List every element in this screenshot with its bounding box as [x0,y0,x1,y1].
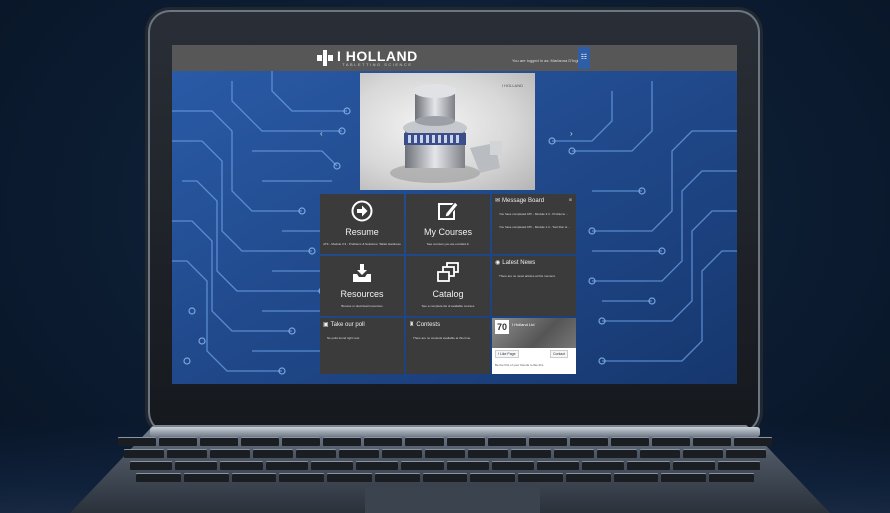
poll-text: No polls found right now. [327,336,360,340]
resume-subtitle: ATF - Module 3.3 - Problems & Solutions:… [323,242,401,246]
catalog-tile[interactable]: Catalog See a complete list of available… [406,256,490,316]
tablet-press-illustration [390,84,502,183]
hero-carousel-image: I HOLLAND [360,73,535,190]
like-page-button[interactable]: f Like Page [495,350,519,358]
stack-icon [437,262,459,282]
latest-news-title: Latest News [502,259,536,266]
message-board-title: Message Board [502,197,545,204]
facebook-widget[interactable]: 70 I Holland Ltd f Like Page Contact Be … [492,318,576,374]
carousel-prev-button[interactable]: ‹ [320,129,323,138]
logged-in-text: You are logged in as: Marianna D'Ingiho [512,58,583,63]
my-courses-tile[interactable]: My Courses See courses you are enrolled … [406,194,490,254]
expand-icon[interactable]: ⊞ [569,197,572,202]
latest-news-panel: ◉ Latest News There are no news articles… [492,256,576,316]
facebook-icon: f [498,352,499,356]
menu-button[interactable]: ☷ [578,47,590,69]
like-page-label: Like Page [499,352,516,356]
poll-header: ▣ Take our poll [323,321,365,329]
facebook-page-name[interactable]: I Holland Ltd [512,322,534,327]
hero-logo: I HOLLAND [501,83,523,88]
message-board-panel: ✉ Message Board ⊞ You have completed ATF… [492,194,576,254]
resume-tile[interactable]: Resume ATF - Module 3.3 - Problems & Sol… [320,194,404,254]
catalog-title: Catalog [432,289,464,299]
logo-text: I HOLLAND [337,47,418,64]
message-board-header: ✉ Message Board [495,197,545,205]
my-courses-subtitle: See courses you are enrolled in [426,242,470,246]
message-item[interactable]: You have completed ATF - Module 3.3 - Pr… [499,212,568,216]
message-item[interactable]: You have completed ATF - Module 1.3 - To… [499,225,570,229]
contests-text: There are no contests available at this … [413,336,472,340]
my-courses-title: My Courses [423,227,472,237]
facebook-footer-text: Be the first of your friends to like thi… [495,363,544,367]
download-tray-icon [353,264,371,282]
page-avatar: 70 [495,320,509,334]
poll-panel: ▣ Take our poll No polls found right now… [320,318,404,374]
resources-title: Resources [340,289,384,299]
resume-title: Resume [345,227,379,237]
resources-tile[interactable]: Resources Browse or download resources [320,256,404,316]
carousel-next-button[interactable]: › [570,129,573,138]
holland-logo[interactable]: I HOLLAND TABLETTING SCIENCE [317,49,418,67]
menu-icon: ☷ [580,54,588,61]
contests-panel: ♜ Contests There are no contests availab… [406,318,490,374]
trophy-icon: ♜ [409,322,415,328]
contests-header: ♜ Contests [409,321,441,329]
catalog-subtitle: See a complete list of available courses [421,304,475,308]
latest-news-header: ◉ Latest News [495,259,536,267]
logo-tagline: TABLETTING SCIENCE [342,61,413,67]
arrow-circle-icon [351,200,373,222]
latest-news-text: There are no news articles at this momen… [499,274,556,278]
contact-button[interactable]: Contact [550,350,569,358]
laptop-screen: I HOLLAND TABLETTING SCIENCE You are log… [172,45,737,384]
poll-icon: ▣ [323,322,329,328]
holland-logo-icon [317,50,333,66]
keyboard [118,437,772,485]
trackpad [365,486,540,513]
message-icon: ✉ [495,198,501,204]
edit-icon [438,201,459,220]
poll-title: Take our poll [330,321,365,328]
site-header: I HOLLAND TABLETTING SCIENCE You are log… [172,45,737,71]
resources-subtitle: Browse or download resources [341,304,383,308]
lightbulb-icon: ◉ [495,260,501,266]
contests-title: Contests [416,321,441,328]
laptop-hinge [150,427,760,437]
